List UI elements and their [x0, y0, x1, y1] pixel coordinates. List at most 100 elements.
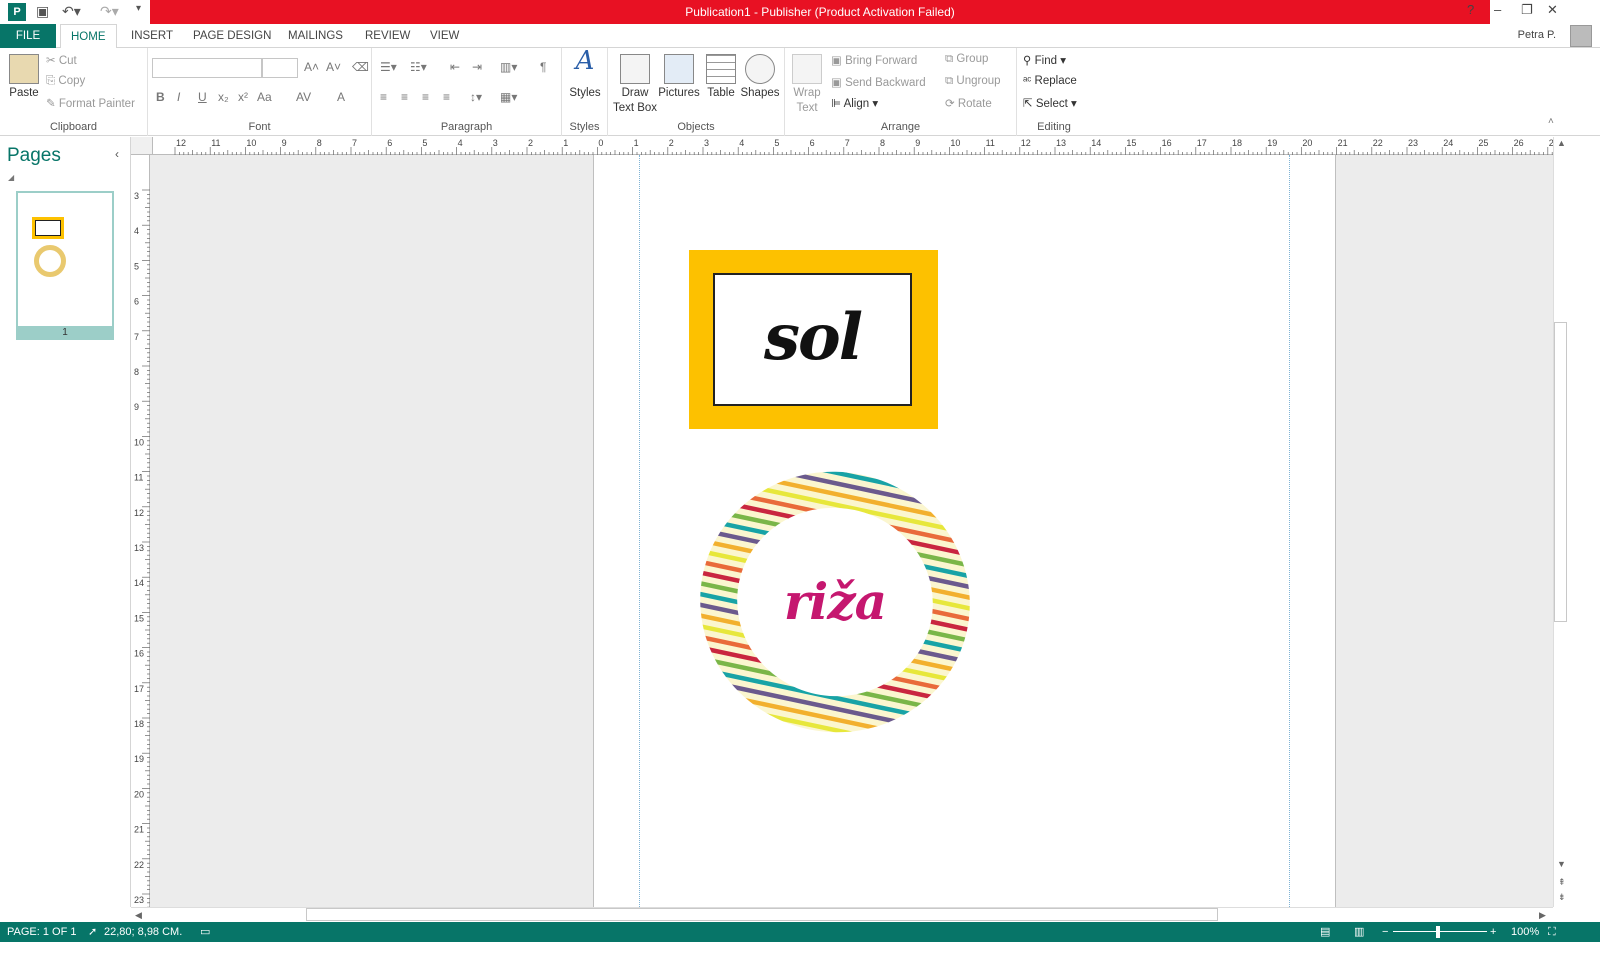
decrease-indent-icon[interactable]: ⇤	[450, 60, 460, 74]
italic-button[interactable]: I	[177, 90, 180, 104]
user-name[interactable]: Petra P.	[1518, 29, 1556, 41]
shrink-font-icon[interactable]: A˅	[326, 60, 341, 74]
character-spacing-button[interactable]: AV	[296, 90, 311, 104]
cut-button[interactable]: ✂ Cut	[46, 53, 77, 67]
shading-icon[interactable]: ▦▾	[500, 90, 517, 104]
next-page-icon[interactable]: ⇟	[1558, 892, 1566, 903]
document-canvas[interactable]: sol riža	[150, 155, 1553, 907]
fit-page-icon[interactable]: ⛶	[1548, 922, 1556, 942]
h-ruler-label: 1	[634, 138, 639, 148]
align-left-icon[interactable]: ≡	[380, 90, 387, 104]
bullets-icon[interactable]: ☰▾	[380, 60, 397, 74]
restore-button[interactable]: ❐	[1521, 2, 1533, 18]
label-riza[interactable]: riža	[699, 471, 971, 733]
label-sol[interactable]: sol	[689, 250, 938, 429]
numbering-icon[interactable]: ☷▾	[410, 60, 427, 74]
page-indicator[interactable]: PAGE: 1 OF 1	[7, 922, 77, 942]
undo-icon[interactable]: ↶▾	[62, 3, 81, 21]
h-ruler-label: 23	[1408, 138, 1418, 148]
subscript-button[interactable]: x₂	[218, 90, 229, 104]
v-ruler-label: 20	[134, 789, 144, 799]
format-painter-button[interactable]: ✎ Format Painter	[46, 96, 135, 110]
prev-page-icon[interactable]: ⇞	[1558, 877, 1566, 888]
align-right-icon[interactable]: ≡	[422, 90, 429, 104]
h-ruler-label: 4	[458, 138, 463, 148]
copy-button[interactable]: ⎘ Copy	[46, 75, 85, 88]
collapse-ribbon-icon[interactable]: ˄	[1548, 116, 1554, 127]
line-spacing-icon[interactable]: ↕▾	[470, 90, 482, 104]
horizontal-ruler[interactable]: 12 11 10 9 8 7 6 5 4 3 2 1 0 1 2 3 4 5 6 7 8 9 10 11 12 13 14 15 16 1…	[153, 137, 1579, 155]
single-page-view-icon[interactable]: ▤	[1320, 922, 1330, 942]
publisher-app-icon[interactable]: P	[8, 3, 26, 21]
avatar[interactable]	[1570, 25, 1592, 47]
format-painter-label: Format Painter	[58, 98, 135, 110]
align-center-icon[interactable]: ≡	[401, 90, 408, 104]
font-size-select[interactable]	[262, 58, 298, 78]
scroll-down-icon[interactable]: ▼	[1557, 859, 1566, 869]
zoom-out-icon[interactable]: −	[1382, 922, 1388, 942]
section-expander-icon[interactable]: ◢	[8, 173, 14, 182]
save-icon[interactable]: ▣	[36, 3, 49, 21]
minimize-button[interactable]: –	[1494, 2, 1501, 17]
tab-file[interactable]: FILE	[0, 24, 56, 48]
bring-forward-button[interactable]: ▣ Bring Forward	[831, 53, 917, 67]
find-button[interactable]: ⚲ Find ▾	[1023, 53, 1066, 67]
replace-button[interactable]: ᵃᶜ Replace	[1023, 75, 1077, 87]
tab-page-design[interactable]: PAGE DESIGN	[183, 24, 281, 48]
styles-button[interactable]: A Styles	[568, 48, 602, 101]
cut-label: Cut	[58, 55, 77, 67]
scroll-right-icon[interactable]: ▶	[1539, 910, 1546, 921]
underline-button[interactable]: U	[198, 90, 207, 104]
clear-formatting-icon[interactable]: ⌫	[352, 60, 369, 74]
redo-icon[interactable]: ↷▾	[100, 3, 119, 21]
font-color-button[interactable]: A	[337, 90, 345, 104]
align-button[interactable]: ⊫ Align ▾	[831, 96, 878, 110]
increase-indent-icon[interactable]: ⇥	[472, 60, 482, 74]
page-thumbnail[interactable]	[16, 191, 114, 340]
help-button[interactable]: ?	[1467, 2, 1474, 17]
label-sol-textbox[interactable]: sol	[713, 273, 912, 406]
pictures-button[interactable]: Pictures	[658, 54, 700, 101]
vertical-ruler[interactable]: 3 4 5 6 7 8 9 10 11 12 13 14 15 16 17 18 19 20 21 22 23	[131, 155, 150, 926]
horizontal-scroll-thumb[interactable]	[306, 908, 1218, 921]
v-ruler-label: 18	[134, 719, 144, 729]
show-marks-button[interactable]: ¶	[540, 60, 546, 74]
zoom-slider-thumb[interactable]	[1436, 926, 1440, 938]
draw-text-box-label: Draw Text Box	[612, 87, 658, 114]
customize-qat-icon[interactable]: ▾	[136, 3, 141, 21]
zoom-in-icon[interactable]: +	[1490, 922, 1496, 942]
ungroup-button[interactable]: ⧉ Ungroup	[945, 75, 1001, 88]
vertical-scroll-thumb[interactable]	[1554, 322, 1567, 622]
zoom-slider[interactable]	[1393, 931, 1487, 932]
two-page-view-icon[interactable]: ▥	[1354, 922, 1364, 942]
scroll-up-icon[interactable]: ▲	[1557, 138, 1566, 148]
group-button[interactable]: ⧉ Group	[945, 53, 988, 66]
zoom-level[interactable]: 100%	[1511, 922, 1539, 942]
close-button[interactable]: ✕	[1547, 2, 1558, 18]
select-button[interactable]: ⇱ Select ▾	[1023, 96, 1077, 110]
grow-font-icon[interactable]: A˄	[304, 60, 319, 74]
tab-insert[interactable]: INSERT	[121, 24, 183, 48]
shapes-button[interactable]: Shapes	[740, 54, 780, 101]
superscript-button[interactable]: x²	[238, 90, 248, 104]
tab-view[interactable]: VIEW	[420, 24, 469, 48]
send-backward-button[interactable]: ▣ Send Backward	[831, 75, 926, 89]
tab-home[interactable]: HOME	[60, 24, 117, 49]
font-name-select[interactable]	[152, 58, 262, 78]
objects-group: Draw Text Box Pictures Table Shapes Obje…	[608, 48, 785, 136]
columns-icon[interactable]: ▥▾	[500, 60, 517, 74]
tab-mailings[interactable]: MAILINGS	[278, 24, 353, 48]
justify-icon[interactable]: ≡	[443, 90, 450, 104]
collapse-pane-icon[interactable]: ‹	[115, 147, 119, 161]
tab-review[interactable]: REVIEW	[355, 24, 420, 48]
vertical-ruler-ticks: 3 4 5 6 7 8 9 10 11 12 13 14 15 16 17 18 19 20 21 22 23	[134, 189, 150, 926]
bold-button[interactable]: B	[156, 90, 165, 104]
table-button[interactable]: Table	[704, 54, 738, 101]
paste-button[interactable]: Paste	[6, 54, 42, 101]
wrap-text-button[interactable]: Wrap Text	[789, 54, 825, 116]
draw-text-box-button[interactable]: Draw Text Box	[612, 54, 658, 116]
scroll-left-icon[interactable]: ◀	[135, 910, 142, 921]
rotate-button[interactable]: ⟳ Rotate	[945, 96, 992, 110]
group-icon: ⧉	[945, 53, 957, 65]
change-case-button[interactable]: Aa	[257, 90, 272, 104]
